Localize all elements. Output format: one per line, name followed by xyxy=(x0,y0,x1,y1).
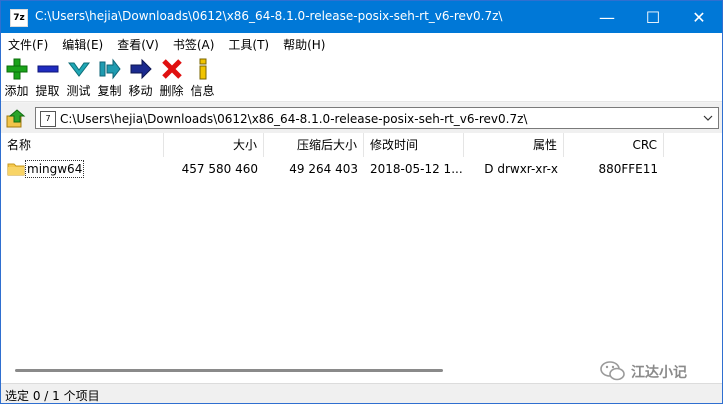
menu-file[interactable]: 文件(F) xyxy=(1,33,55,53)
up-folder-icon xyxy=(6,109,26,128)
info-icon xyxy=(199,58,206,80)
move-button[interactable]: 移动 xyxy=(125,53,156,101)
column-header-attributes[interactable]: 属性 xyxy=(464,133,564,157)
menu-help[interactable]: 帮助(H) xyxy=(276,33,332,53)
copy-icon xyxy=(99,58,121,80)
menu-tools[interactable]: 工具(T) xyxy=(221,33,276,53)
test-button-label: 测试 xyxy=(66,84,91,98)
status-bar: 选定 0 / 1 个项目 xyxy=(1,383,722,403)
menu-bookmarks[interactable]: 书签(A) xyxy=(166,33,222,53)
column-header-crc[interactable]: CRC xyxy=(564,133,664,157)
chevron-down-icon[interactable] xyxy=(702,111,714,125)
move-icon xyxy=(130,58,152,80)
file-modified: 2018-05-12 1... xyxy=(370,162,463,176)
list-header: 名称 大小 压缩后大小 修改时间 属性 CRC xyxy=(1,133,722,157)
app-window: 7z C:\Users\hejia\Downloads\0612\x86_64-… xyxy=(0,0,723,404)
table-row[interactable]: mingw64 457 580 460 49 264 403 2018-05-1… xyxy=(1,159,722,179)
file-packed-size: 49 264 403 xyxy=(289,162,358,176)
maximize-button[interactable]: ☐ xyxy=(630,1,676,33)
test-button[interactable]: 测试 xyxy=(63,53,94,101)
add-button-label: 添加 xyxy=(4,84,29,98)
test-icon xyxy=(67,62,90,77)
move-button-label: 移动 xyxy=(128,84,153,98)
app-7z-icon[interactable]: 7z xyxy=(10,9,28,27)
delete-icon xyxy=(161,59,182,79)
wechat-icon xyxy=(600,361,625,381)
file-size: 457 580 460 xyxy=(181,162,258,176)
add-button[interactable]: 添加 xyxy=(1,53,32,101)
menu-view[interactable]: 查看(V) xyxy=(110,33,166,53)
menu-bar: 文件(F) 编辑(E) 查看(V) 书签(A) 工具(T) 帮助(H) xyxy=(1,33,722,53)
delete-button-label: 删除 xyxy=(159,84,184,98)
watermark: 江达小记 xyxy=(597,359,707,383)
toolbar: 添加 提取 测试 复制 移动 删除 信息 xyxy=(1,53,722,102)
copy-button[interactable]: 复制 xyxy=(94,53,125,101)
file-crc: 880FFE11 xyxy=(598,162,658,176)
file-attributes: D drwxr-xr-x xyxy=(484,162,558,176)
window-title: C:\Users\hejia\Downloads\0612\x86_64-8.1… xyxy=(35,9,503,23)
info-button[interactable]: 信息 xyxy=(187,53,218,101)
menu-edit[interactable]: 编辑(E) xyxy=(55,33,110,53)
column-header-modified[interactable]: 修改时间 xyxy=(364,133,464,157)
extract-button-label: 提取 xyxy=(35,84,60,98)
watermark-text: 江达小记 xyxy=(631,365,687,381)
minimize-button[interactable]: — xyxy=(584,1,630,33)
address-path[interactable]: C:\Users\hejia\Downloads\0612\x86_64-8.1… xyxy=(60,112,527,126)
address-input[interactable]: 7 C:\Users\hejia\Downloads\0612\x86_64-8… xyxy=(35,107,719,129)
folder-icon xyxy=(7,163,25,176)
delete-button[interactable]: 删除 xyxy=(156,53,187,101)
column-header-size[interactable]: 大小 xyxy=(164,133,264,157)
file-list[interactable]: 名称 大小 压缩后大小 修改时间 属性 CRC mingw64 457 580 … xyxy=(1,133,722,383)
horizontal-scrollbar[interactable] xyxy=(15,369,443,372)
up-folder-button[interactable] xyxy=(5,108,27,130)
column-header-packed[interactable]: 压缩后大小 xyxy=(264,133,364,157)
file-name[interactable]: mingw64 xyxy=(25,160,85,178)
title-bar[interactable]: 7z C:\Users\hejia\Downloads\0612\x86_64-… xyxy=(1,1,722,33)
extract-icon xyxy=(37,65,58,73)
address-row: 7 C:\Users\hejia\Downloads\0612\x86_64-8… xyxy=(1,103,722,133)
extract-button[interactable]: 提取 xyxy=(32,53,63,101)
info-button-label: 信息 xyxy=(190,84,215,98)
add-icon xyxy=(6,58,27,80)
status-text: 选定 0 / 1 个项目 xyxy=(5,389,100,403)
column-header-name[interactable]: 名称 xyxy=(1,133,164,157)
copy-button-label: 复制 xyxy=(97,84,122,98)
archive-icon: 7 xyxy=(40,111,56,127)
close-button[interactable]: ✕ xyxy=(676,1,722,33)
